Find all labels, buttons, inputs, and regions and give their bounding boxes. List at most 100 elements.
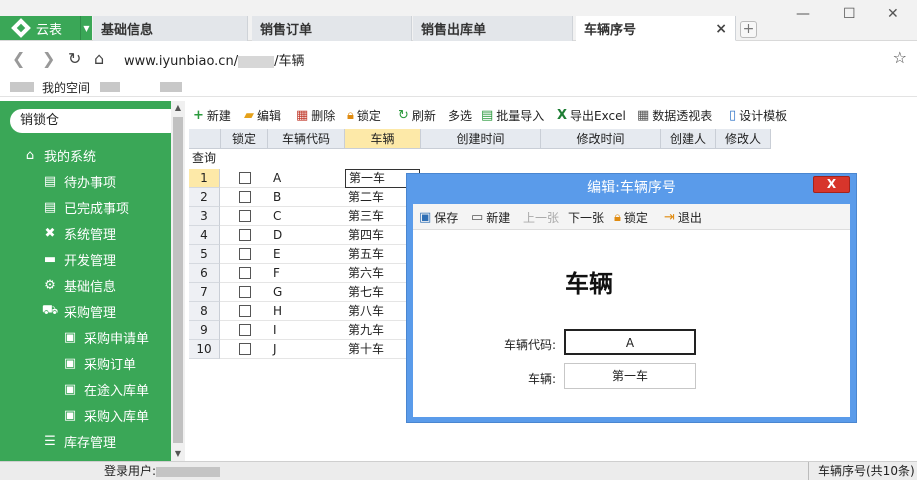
- tab-vehicle-number[interactable]: 车辆序号 ×: [576, 16, 736, 41]
- close-window-icon[interactable]: ✕: [887, 6, 899, 22]
- sidebar-item-system-admin[interactable]: ✖ 系统管理: [42, 220, 185, 246]
- table-row[interactable]: 9 I 第九车: [189, 321, 421, 340]
- table-row[interactable]: 6 F 第六车: [189, 264, 421, 283]
- vehicle-code-cell[interactable]: I: [273, 321, 277, 340]
- column-header-modified-time[interactable]: 修改时间: [541, 129, 661, 149]
- scrollbar-thumb[interactable]: [173, 117, 183, 443]
- lock-checkbox[interactable]: [239, 343, 251, 355]
- dialog-new-button[interactable]: ▭ 新建: [471, 209, 510, 226]
- sidebar-item-todo[interactable]: ▤ 待办事项: [42, 168, 185, 194]
- multiselect-button[interactable]: 多选: [448, 107, 472, 124]
- lock-button[interactable]: 🔒︎ 锁定: [347, 107, 381, 124]
- lock-checkbox[interactable]: [239, 305, 251, 317]
- vehicle-code-cell[interactable]: F: [273, 264, 280, 283]
- forward-icon[interactable]: ❯: [42, 49, 55, 68]
- bookmark-star-icon[interactable]: ☆: [893, 48, 907, 67]
- sidebar-item-label: 开发管理: [64, 253, 117, 269]
- table-row[interactable]: 8 H 第八车: [189, 302, 421, 321]
- chevron-down-icon[interactable]: ▼: [80, 16, 92, 40]
- design-template-button[interactable]: ▯ 设计模板: [729, 107, 787, 124]
- lock-checkbox[interactable]: [239, 191, 251, 203]
- tab-sales-order[interactable]: 销售订单: [252, 16, 412, 41]
- sidebar-item-basic-info[interactable]: ⚙ 基础信息: [42, 272, 185, 298]
- maximize-icon[interactable]: ☐: [843, 6, 856, 22]
- batch-import-button[interactable]: ▤ 批量导入: [481, 107, 544, 124]
- sidebar-item-in-transit[interactable]: ▣ 在途入库单: [62, 376, 185, 402]
- lock-checkbox[interactable]: [239, 210, 251, 222]
- new-button[interactable]: + 新建: [193, 107, 231, 124]
- stack-icon: ☰: [44, 433, 56, 449]
- column-header-vehicle-code[interactable]: 车辆代码: [268, 129, 345, 149]
- export-excel-button[interactable]: X 导出Excel: [557, 107, 626, 124]
- bookmark-redacted-2[interactable]: [100, 79, 120, 93]
- sidebar-item-my-system[interactable]: ⌂ 我的系统: [22, 142, 185, 168]
- lock-checkbox[interactable]: [239, 324, 251, 336]
- dialog-lock-button[interactable]: 🔒︎ 锁定: [614, 209, 648, 226]
- column-header-lock[interactable]: 锁定: [221, 129, 268, 149]
- new-tab-button[interactable]: +: [740, 21, 757, 38]
- edit-button[interactable]: ▰ 编辑: [244, 107, 281, 124]
- lock-checkbox[interactable]: [239, 267, 251, 279]
- scroll-down-icon[interactable]: ▼: [171, 447, 185, 461]
- close-tab-icon[interactable]: ×: [715, 21, 727, 37]
- url-field[interactable]: www.iyunbiao.cn/ /车辆: [124, 50, 304, 69]
- column-header-vehicle[interactable]: 车辆: [345, 129, 421, 149]
- next-record-button[interactable]: 下一张: [568, 209, 604, 226]
- reload-icon[interactable]: ↻: [68, 49, 81, 68]
- sidebar-item-purchase-request[interactable]: ▣ 采购申请单: [62, 324, 185, 350]
- lock-checkbox[interactable]: [239, 229, 251, 241]
- doc-icon: ▣: [63, 355, 77, 371]
- sidebar-search-input[interactable]: 销锁仓: [10, 109, 182, 133]
- table-row[interactable]: 3 C 第三车: [189, 207, 421, 226]
- tab-label: 基础信息: [101, 23, 154, 38]
- vehicle-code-cell[interactable]: D: [273, 226, 282, 245]
- table-row[interactable]: 10 J 第十车: [189, 340, 421, 359]
- save-button[interactable]: ▣ 保存: [419, 209, 458, 226]
- vehicle-code-cell[interactable]: B: [273, 188, 281, 207]
- vehicle-code-cell[interactable]: C: [273, 207, 281, 226]
- table-row[interactable]: 5 E 第五车: [189, 245, 421, 264]
- vehicle-code-cell[interactable]: H: [273, 302, 282, 321]
- import-label: 批量导入: [496, 109, 545, 123]
- app-menu-button[interactable]: 云表 ▼: [0, 16, 92, 40]
- tab-basic-info[interactable]: 基础信息: [93, 16, 248, 41]
- sidebar-scrollbar[interactable]: ▲ ▼: [171, 101, 185, 461]
- vehicle-code-cell[interactable]: E: [273, 245, 281, 264]
- back-icon[interactable]: ❮: [12, 49, 25, 68]
- bookmark-redacted[interactable]: [10, 79, 34, 93]
- sidebar-item-purchase-order[interactable]: ▣ 采购订单: [62, 350, 185, 376]
- column-header-creator[interactable]: 创建人: [661, 129, 716, 149]
- table-row[interactable]: 2 B 第二车: [189, 188, 421, 207]
- column-header-created-time[interactable]: 创建时间: [421, 129, 541, 149]
- delete-button[interactable]: ▦ 删除: [296, 107, 335, 124]
- bookmark-my-space[interactable]: 我的空间: [42, 79, 90, 96]
- prev-record-button[interactable]: 上一张: [523, 209, 559, 226]
- refresh-button[interactable]: ↻ 刷新: [398, 107, 436, 124]
- home-icon[interactable]: ⌂: [94, 49, 104, 68]
- lock-checkbox[interactable]: [239, 286, 251, 298]
- sidebar-item-purchase-inbound[interactable]: ▣ 采购入库单: [62, 402, 185, 428]
- table-row[interactable]: 1 A 第一车: [189, 169, 421, 188]
- minimize-icon[interactable]: —: [796, 6, 810, 22]
- vehicle-code-cell[interactable]: A: [273, 169, 281, 188]
- exit-button[interactable]: ⇥ 退出: [664, 209, 702, 226]
- sidebar-item-done[interactable]: ▤ 已完成事项: [42, 194, 185, 220]
- vehicle-field[interactable]: 第一车: [564, 363, 696, 389]
- table-row[interactable]: 4 D 第四车: [189, 226, 421, 245]
- bookmark-redacted-3[interactable]: [160, 79, 182, 93]
- vehicle-code-cell[interactable]: J: [273, 340, 277, 359]
- lock-checkbox[interactable]: [239, 248, 251, 260]
- table-row[interactable]: 7 G 第七车: [189, 283, 421, 302]
- tab-sales-outbound[interactable]: 销售出库单: [413, 16, 573, 41]
- vehicle-code-label: 车辆代码:: [503, 338, 556, 352]
- dialog-close-button[interactable]: X: [813, 176, 850, 193]
- sidebar-item-inventory[interactable]: ☰ 库存管理: [42, 428, 185, 454]
- scroll-up-icon[interactable]: ▲: [171, 101, 185, 115]
- pivot-table-button[interactable]: ▦ 数据透视表: [637, 107, 712, 124]
- vehicle-code-field[interactable]: A: [564, 329, 696, 355]
- sidebar-item-purchase[interactable]: ⛟ 采购管理: [42, 298, 185, 324]
- sidebar-item-dev-admin[interactable]: ▬ 开发管理: [42, 246, 185, 272]
- lock-checkbox[interactable]: [239, 172, 251, 184]
- vehicle-code-cell[interactable]: G: [273, 283, 282, 302]
- column-header-modifier[interactable]: 修改人: [716, 129, 771, 149]
